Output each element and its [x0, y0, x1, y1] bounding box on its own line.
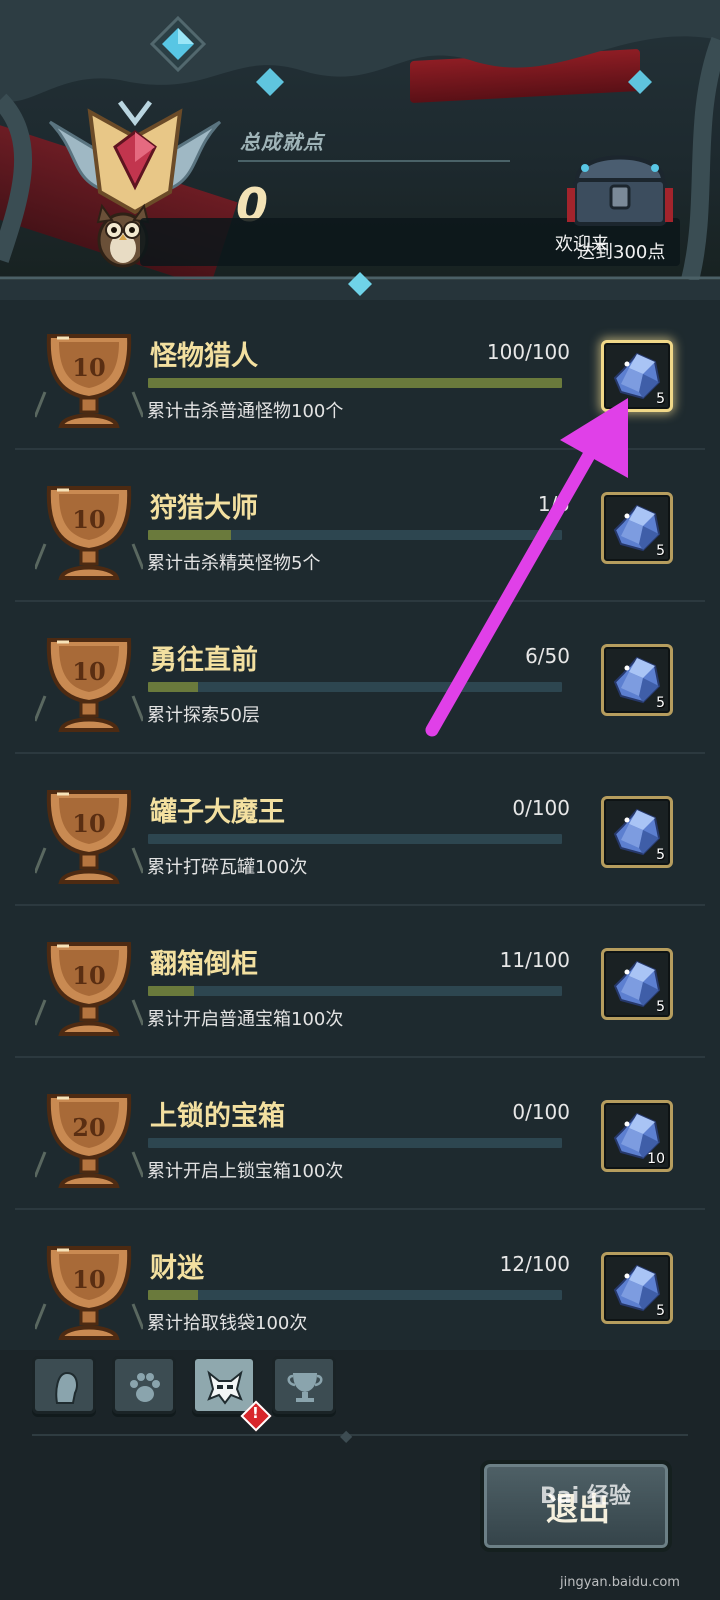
achievement-title: 怪物猎人 — [150, 341, 258, 372]
achievement-title: 狩猎大师 — [150, 493, 258, 524]
bronze-trophy-icon: 10 — [35, 790, 143, 884]
achievement-progress-text: 11/100 — [499, 948, 570, 972]
svg-text:10: 10 — [72, 809, 105, 838]
bronze-trophy-icon: 20 — [35, 1094, 143, 1188]
bronze-trophy-icon: 10 — [35, 942, 143, 1036]
reward-crystal-button[interactable]: 5 — [601, 644, 673, 716]
achievement-header: 总成就点 0 欢迎来 达到300点 — [0, 0, 720, 300]
progress-fill — [148, 682, 198, 692]
reward-count: 5 — [656, 847, 665, 863]
category-tab-bar: ! ◆ 退出 Bai 经验 jingyan.baidu.com — [0, 1350, 720, 1600]
achievement-progress-bar — [148, 530, 562, 540]
achievement-title: 财迷 — [150, 1253, 204, 1284]
achievement-progress-bar — [148, 378, 562, 388]
achievement-progress-text: 0/100 — [512, 1100, 570, 1124]
reward-count: 5 — [656, 1303, 665, 1319]
reward-crystal-button[interactable]: 5 — [601, 1252, 673, 1324]
svg-text:10: 10 — [72, 505, 105, 534]
achievement-title: 上锁的宝箱 — [150, 1101, 285, 1132]
reward-crystal-button[interactable]: 5 — [601, 948, 673, 1020]
total-points-label: 总成就点 — [240, 130, 324, 154]
achievement-title: 翻箱倒柜 — [150, 949, 258, 980]
reward-crystal-button[interactable]: 10 — [601, 1100, 673, 1172]
tab-character[interactable] — [32, 1356, 96, 1414]
character-head-icon — [55, 1371, 78, 1404]
svg-text:10: 10 — [72, 1265, 105, 1294]
achievement-progress-bar — [148, 986, 562, 996]
achievement-progress-bar — [148, 682, 562, 692]
reward-crystal-button[interactable]: 5 — [601, 340, 673, 412]
achievement-row: 10 狩猎大师 1/5 累计击杀精英怪物5个 5 — [15, 454, 705, 602]
achievement-list[interactable]: 10 怪物猎人 100/100 累计击杀普通怪物100个 5 10 狩猎大师 1… — [0, 300, 720, 1362]
reward-count: 5 — [656, 999, 665, 1015]
svg-text:10: 10 — [72, 657, 105, 686]
watermark-url: jingyan.baidu.com — [560, 1575, 680, 1590]
achievement-row: 10 翻箱倒柜 11/100 累计开启普通宝箱100次 5 — [15, 910, 705, 1058]
achievement-row: 10 怪物猎人 100/100 累计击杀普通怪物100个 5 — [15, 302, 705, 450]
achievement-row: 10 罐子大魔王 0/100 累计打碎瓦罐100次 5 — [15, 758, 705, 906]
monster-icon — [207, 1370, 243, 1405]
reward-crystal-button[interactable]: 5 — [601, 796, 673, 868]
progress-fill — [148, 378, 562, 388]
message-text-2: 达到300点 — [577, 242, 666, 263]
svg-text:10: 10 — [72, 961, 105, 990]
achievement-progress-text: 100/100 — [486, 340, 570, 364]
achievement-description: 累计开启普通宝箱100次 — [147, 1009, 344, 1030]
trophy-icon — [287, 1373, 323, 1402]
achievement-progress-text: 12/100 — [499, 1252, 570, 1276]
tab-pets[interactable] — [112, 1356, 176, 1414]
reward-count: 5 — [656, 543, 665, 559]
watermark-logo: Bai 经验 — [540, 1484, 631, 1509]
reward-crystal-button[interactable]: 5 — [601, 492, 673, 564]
achievement-row: 10 财迷 12/100 累计拾取钱袋100次 5 — [15, 1214, 705, 1362]
achievement-progress-text: 0/100 — [512, 796, 570, 820]
reward-count: 5 — [656, 391, 665, 407]
achievement-row: 10 勇往直前 6/50 累计探索50层 5 — [15, 606, 705, 754]
achievement-description: 累计击杀普通怪物100个 — [147, 401, 344, 422]
reward-count: 10 — [647, 1151, 665, 1167]
diamond-ornament-icon: ◆ — [340, 1426, 353, 1445]
progress-fill — [148, 1290, 198, 1300]
achievement-description: 累计打碎瓦罐100次 — [147, 857, 308, 878]
progress-fill — [148, 530, 231, 540]
treasure-chest-icon[interactable] — [565, 140, 675, 230]
paw-icon — [130, 1373, 160, 1402]
bronze-trophy-icon: 10 — [35, 486, 143, 580]
tab-trophies[interactable] — [272, 1356, 336, 1414]
achievement-description: 累计开启上锁宝箱100次 — [147, 1161, 344, 1182]
achievement-row: 20 上锁的宝箱 0/100 累计开启上锁宝箱100次 10 — [15, 1062, 705, 1210]
achievement-progress-bar — [148, 1138, 562, 1148]
alert-mark: ! — [252, 1404, 259, 1422]
bronze-trophy-icon: 10 — [35, 638, 143, 732]
achievement-progress-text: 6/50 — [525, 644, 570, 668]
divider — [238, 160, 510, 162]
bronze-trophy-icon: 10 — [35, 1246, 143, 1340]
svg-text:10: 10 — [72, 353, 105, 382]
achievement-title: 勇往直前 — [150, 645, 258, 676]
achievement-description: 累计击杀精英怪物5个 — [147, 553, 321, 574]
tab-monsters[interactable]: ! — [192, 1356, 272, 1432]
achievement-description: 累计探索50层 — [147, 705, 260, 726]
bronze-trophy-icon: 10 — [35, 334, 143, 428]
progress-fill — [148, 986, 194, 996]
divider — [32, 1434, 688, 1436]
achievement-description: 累计拾取钱袋100次 — [147, 1313, 308, 1334]
gem-ornament-icon — [150, 16, 206, 72]
achievement-progress-bar — [148, 834, 562, 844]
reward-count: 5 — [656, 695, 665, 711]
achievement-progress-text: 1/5 — [537, 492, 570, 516]
achievement-title: 罐子大魔王 — [150, 797, 285, 828]
svg-text:20: 20 — [72, 1113, 105, 1142]
achievement-progress-bar — [148, 1290, 562, 1300]
